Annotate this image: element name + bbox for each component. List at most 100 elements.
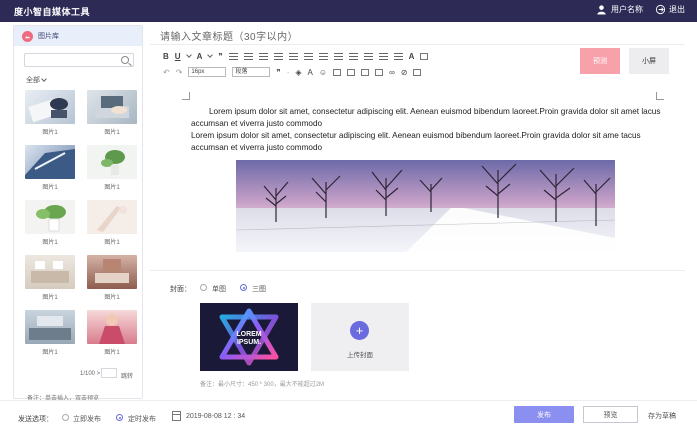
bold-button[interactable]: B: [163, 52, 169, 61]
cover-label: 封面：: [170, 286, 191, 293]
user-menu[interactable]: 用户名称: [596, 4, 643, 15]
clear-format-icon[interactable]: [420, 52, 429, 60]
publish-button[interactable]: 发布: [514, 406, 574, 423]
main-frame: 图片库 全部 图片1 图片1 图片1 图片1 图片1 图片1 图片1 图片1 图…: [0, 22, 697, 437]
send-options-label: 发送选项：: [18, 416, 53, 423]
quote-button[interactable]: ❞: [276, 68, 280, 77]
thumb-label: 图片1: [104, 295, 120, 301]
cover-image-text-2: IPSUM.: [237, 339, 261, 346]
emoji-icon[interactable]: ☺: [319, 68, 327, 77]
preview-article-button[interactable]: 预览: [583, 406, 638, 423]
outdent-icon[interactable]: [303, 52, 313, 60]
align-left-icon[interactable]: [228, 52, 238, 60]
blockquote-button[interactable]: ❞: [218, 52, 222, 61]
line-height-icon[interactable]: [318, 52, 328, 60]
logout-button[interactable]: 退出: [655, 4, 685, 15]
library-thumb-4[interactable]: [87, 145, 137, 179]
logout-label: 退出: [669, 5, 685, 14]
app-title: 度小智自媒体工具: [14, 7, 91, 17]
publish-now-label[interactable]: 立即发布: [73, 414, 101, 424]
text-direction-icon[interactable]: [378, 52, 388, 60]
hexagram-logo-image: LOREM IPSUM.: [200, 303, 298, 371]
chevron-down-icon[interactable]: [185, 52, 192, 58]
plus-icon[interactable]: +: [350, 321, 369, 340]
font-size-select[interactable]: 16px: [188, 67, 227, 77]
align-justify-icon[interactable]: [273, 52, 283, 60]
undo-icon[interactable]: ↶: [163, 68, 170, 77]
thumb-label: 图片1: [42, 350, 58, 356]
cover-option-triple-label[interactable]: 三图: [252, 284, 266, 294]
more-icon[interactable]: ·: [287, 68, 290, 77]
align-right-icon[interactable]: [258, 52, 268, 60]
multi-image-icon[interactable]: [347, 68, 356, 76]
calendar-icon[interactable]: [172, 411, 181, 421]
indent-icon[interactable]: [288, 52, 298, 60]
library-thumb-9[interactable]: [25, 310, 75, 344]
table-icon[interactable]: [375, 68, 384, 76]
align-center-icon[interactable]: [243, 52, 253, 60]
upload-cover-button[interactable]: + 上传封面: [311, 303, 409, 371]
cover-option-single-label[interactable]: 单图: [212, 284, 226, 294]
article-title-input[interactable]: 请输入文章标题（30字以内）: [160, 28, 298, 43]
library-title: 图片库: [38, 33, 59, 40]
cover-image-text-1: LOREM: [236, 331, 261, 338]
chevron-down-icon: [41, 76, 47, 82]
editor-paragraph-2[interactable]: Lorem ipsum dolor sit amet, consectetur …: [191, 130, 661, 154]
editor-corner: [182, 92, 190, 100]
paragraph-spacing-icon[interactable]: [363, 52, 373, 60]
video-icon[interactable]: [361, 68, 370, 76]
winter-landscape-image: [236, 160, 615, 252]
thumb-label: 图片1: [42, 185, 58, 191]
list-bullet-icon[interactable]: [348, 52, 358, 60]
library-filter-dropdown[interactable]: 全部: [26, 75, 47, 85]
library-thumb-8[interactable]: [87, 255, 137, 289]
editor-paragraph-1[interactable]: Lorem ipsum dolor sit amet, consectetur …: [191, 106, 661, 130]
text-case-icon[interactable]: A: [409, 52, 415, 61]
scheduled-publish-label[interactable]: 定时发布: [128, 414, 156, 424]
fill-color-icon[interactable]: ◈: [295, 68, 301, 77]
image-library-panel: 图片库 全部 图片1 图片1 图片1 图片1 图片1 图片1 图片1 图片1 图…: [13, 25, 143, 402]
save-draft-button[interactable]: 存为草稿: [648, 411, 676, 421]
preview-button[interactable]: 预测: [580, 48, 620, 74]
font-family-icon[interactable]: A: [308, 68, 313, 77]
redo-icon[interactable]: ↷: [176, 68, 183, 77]
library-thumb-2[interactable]: [87, 90, 137, 124]
library-thumb-7[interactable]: [25, 255, 75, 289]
scheduled-publish-radio[interactable]: [116, 414, 123, 421]
page-jump-input[interactable]: [101, 368, 117, 378]
list-ordered-icon[interactable]: [333, 52, 343, 60]
thumb-label: 图片1: [104, 350, 120, 356]
code-icon[interactable]: [413, 68, 422, 76]
image-icon[interactable]: [333, 68, 342, 76]
library-thumb-6[interactable]: [87, 200, 137, 234]
cover-radio-single[interactable]: [200, 284, 207, 291]
library-search-input[interactable]: [24, 53, 134, 67]
chevron-down-icon[interactable]: [207, 52, 214, 58]
cover-image[interactable]: LOREM IPSUM.: [200, 303, 298, 371]
library-thumb-3[interactable]: [25, 145, 75, 179]
small-screen-button[interactable]: 小屏: [629, 48, 669, 74]
library-thumb-5[interactable]: [25, 200, 75, 234]
user-icon: [597, 5, 606, 15]
logout-icon: [655, 4, 666, 15]
font-color-button[interactable]: A: [197, 52, 203, 61]
upload-cover-label: 上传封面: [347, 352, 373, 359]
library-thumb-10[interactable]: [87, 310, 137, 344]
underline-button[interactable]: U: [175, 52, 181, 61]
thumb-label: 图片1: [42, 240, 58, 246]
publish-now-radio[interactable]: [62, 414, 69, 421]
pager-text[interactable]: 1/100 >: [80, 371, 100, 377]
thumb-label: 图片1: [104, 130, 120, 136]
image-library-icon: [22, 30, 33, 42]
link-icon[interactable]: ∞: [389, 68, 395, 77]
schedule-datetime[interactable]: 2019-08-08 12 : 34: [186, 413, 245, 420]
search-icon[interactable]: [121, 56, 129, 64]
page-jump-button[interactable]: 跳转: [121, 371, 133, 380]
editor-inline-image[interactable]: [236, 160, 615, 252]
paragraph-select[interactable]: 段落: [232, 67, 271, 77]
unlink-icon[interactable]: ⊘: [401, 68, 408, 77]
user-name: 用户名称: [611, 5, 643, 14]
library-thumb-1[interactable]: [25, 90, 75, 124]
cover-radio-triple[interactable]: [240, 284, 247, 291]
format-icon[interactable]: [393, 52, 403, 60]
